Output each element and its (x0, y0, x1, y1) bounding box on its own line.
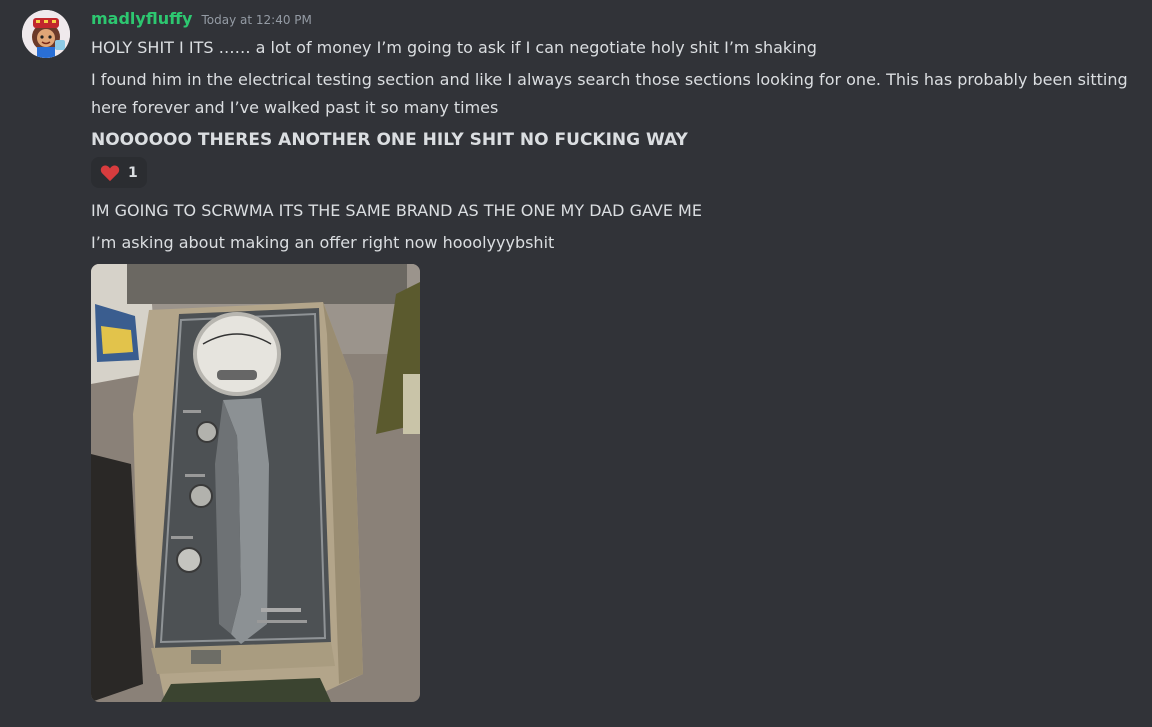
message-text: HOLY SHIT I ITS …… a lot of money I’m go… (91, 38, 817, 57)
message-group: madlyfluffy Today at 12:40 PM HOLY SHIT … (0, 0, 1152, 727)
message-header: madlyfluffy Today at 12:40 PM (91, 9, 312, 33)
image-attachment[interactable] (91, 264, 420, 702)
username[interactable]: madlyfluffy (91, 9, 192, 28)
photo-attachment (91, 264, 420, 702)
reaction-button[interactable]: 1 (91, 157, 147, 188)
timestamp[interactable]: Today at 12:40 PM (201, 13, 311, 27)
message-text: NOOOOOO THERES ANOTHER ONE HILY SHIT NO … (91, 130, 688, 150)
user-avatar[interactable] (22, 10, 70, 58)
message-text: IM GOING TO SCRWMA ITS THE SAME BRAND AS… (91, 201, 702, 220)
reaction-count: 1 (128, 164, 138, 181)
heart-icon (100, 165, 120, 181)
message-text: I’m asking about making an offer right n… (91, 233, 555, 252)
message-text: I found him in the electrical testing se… (91, 70, 1128, 117)
avatar-icon (22, 10, 70, 58)
